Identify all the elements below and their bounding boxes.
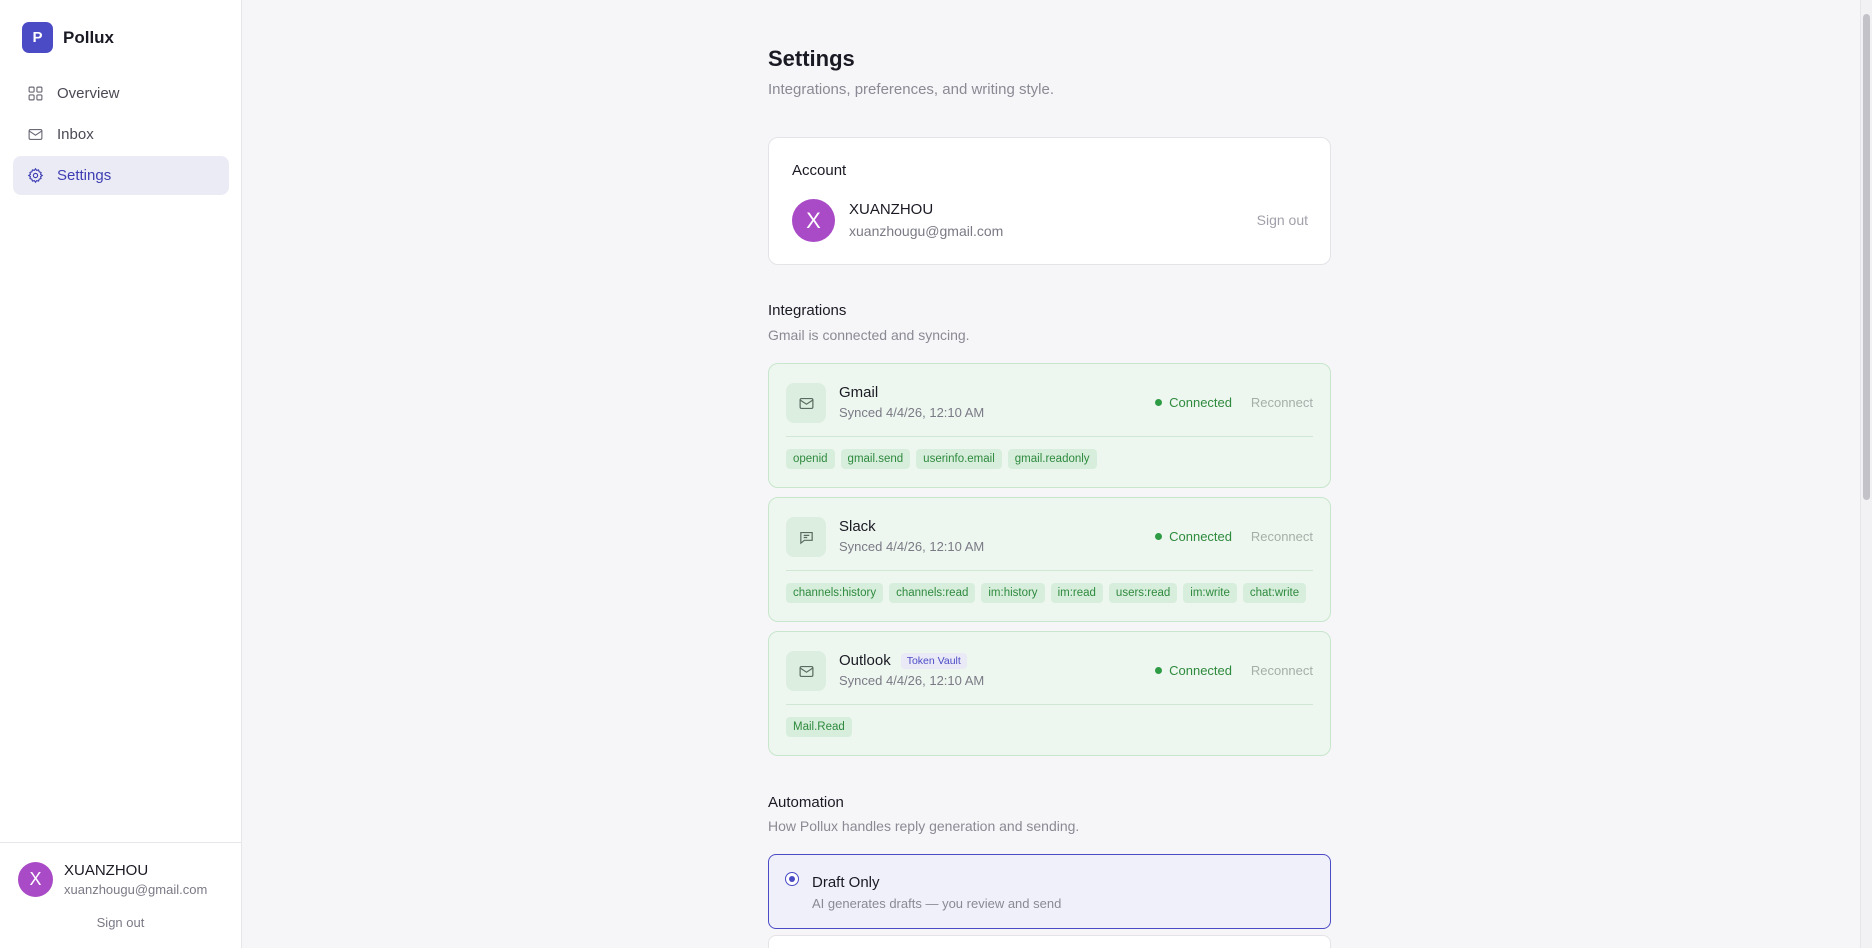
sidebar-footer: X XUANZHOU xuanzhougu@gmail.com Sign out — [0, 842, 241, 948]
integration-card-gmail: Gmail Synced 4/4/26, 12:10 AM Connected … — [768, 363, 1331, 488]
sidebar-item-label: Settings — [57, 167, 112, 184]
account-name: XUANZHOU — [849, 201, 934, 218]
status-dot — [1155, 533, 1163, 540]
sidebar-signout-link[interactable]: Sign out — [0, 915, 241, 930]
reconnect-button[interactable]: Reconnect — [1251, 395, 1313, 410]
integration-synced: Synced 4/4/26, 12:10 AM — [839, 673, 985, 688]
reconnect-button[interactable]: Reconnect — [1251, 663, 1313, 678]
scope-tag: gmail.send — [840, 449, 911, 469]
reconnect-button[interactable]: Reconnect — [1251, 529, 1313, 544]
integration-name: Slack — [839, 518, 876, 535]
status-badge: Connected — [1155, 529, 1232, 544]
sidebar-item-overview[interactable]: Overview — [13, 74, 229, 113]
sidebar-item-label: Inbox — [57, 126, 94, 143]
status-badge: Connected — [1155, 663, 1232, 678]
scope-tag: channels:history — [786, 583, 884, 603]
scope-list: openid gmail.send userinfo.email gmail.r… — [786, 449, 1097, 469]
status-badge: Connected — [1155, 395, 1232, 410]
page-title: Settings — [768, 46, 855, 71]
scrollbar-thumb[interactable] — [1863, 14, 1870, 500]
signout-button[interactable]: Sign out — [1257, 212, 1308, 228]
automation-option-draft-only[interactable]: Draft Only AI generates drafts — you rev… — [768, 854, 1331, 929]
mail-icon — [786, 651, 826, 691]
page-subtitle: Integrations, preferences, and writing s… — [768, 81, 1054, 98]
chat-icon — [786, 517, 826, 557]
scope-tag: userinfo.email — [916, 449, 1002, 469]
scope-list: channels:history channels:read im:histor… — [786, 583, 1307, 603]
user-email: xuanzhougu@gmail.com — [64, 882, 208, 897]
sidebar-nav: Overview Inbox Settings — [13, 74, 229, 197]
integrations-title: Integrations — [768, 302, 847, 319]
avatar: X — [18, 862, 53, 897]
radio-selected[interactable] — [785, 872, 799, 886]
integration-card-outlook: Outlook Token Vault Synced 4/4/26, 12:10 … — [768, 631, 1331, 756]
account-card: Account X XUANZHOU xuanzhougu@gmail.com … — [768, 137, 1331, 265]
scope-tag: chat:write — [1242, 583, 1307, 603]
sidebar-user[interactable]: X XUANZHOU xuanzhougu@gmail.com — [18, 862, 207, 897]
avatar: X — [792, 199, 835, 242]
automation-title: Automation — [768, 794, 844, 811]
status-dot — [1155, 667, 1163, 674]
mail-icon — [28, 128, 43, 141]
scope-tag: openid — [786, 449, 835, 469]
sidebar-item-settings[interactable]: Settings — [13, 156, 229, 195]
sidebar-item-label: Overview — [57, 85, 120, 102]
divider — [786, 436, 1313, 437]
account-email: xuanzhougu@gmail.com — [849, 223, 1004, 239]
option-label: Draft Only — [812, 874, 880, 891]
user-name: XUANZHOU — [64, 862, 149, 879]
automation-option-next[interactable] — [768, 935, 1331, 948]
integration-synced: Synced 4/4/26, 12:10 AM — [839, 539, 985, 554]
brand-logo: P — [22, 22, 53, 53]
scope-tag: Mail.Read — [786, 717, 852, 737]
scope-tag: gmail.readonly — [1007, 449, 1097, 469]
scope-tag: channels:read — [889, 583, 976, 603]
gear-icon — [27, 167, 44, 184]
automation-subtitle: How Pollux handles reply generation and … — [768, 818, 1080, 834]
integration-name: Gmail — [839, 384, 879, 401]
grid-icon — [28, 86, 43, 101]
account-title: Account — [792, 162, 847, 179]
integration-synced: Synced 4/4/26, 12:10 AM — [839, 405, 985, 420]
scope-tag: im:write — [1183, 583, 1237, 603]
sidebar-item-inbox[interactable]: Inbox — [13, 115, 229, 154]
integrations-subtitle: Gmail is connected and syncing. — [768, 327, 970, 343]
scope-tag: im:read — [1050, 583, 1103, 603]
divider — [786, 570, 1313, 571]
scope-tag: im:history — [981, 583, 1045, 603]
sidebar: P Pollux Overview Inbox Settings X XUANZ… — [0, 0, 242, 948]
mail-icon — [786, 383, 826, 423]
scope-list: Mail.Read — [786, 717, 852, 737]
status-dot — [1155, 399, 1163, 406]
token-vault-badge: Token Vault — [900, 652, 967, 669]
integration-name: Outlook Token Vault — [839, 652, 967, 669]
scrollbar[interactable] — [1860, 0, 1872, 948]
option-description: AI generates drafts — you review and sen… — [812, 896, 1062, 911]
brand[interactable]: P Pollux — [22, 22, 114, 53]
divider — [786, 704, 1313, 705]
integration-card-slack: Slack Synced 4/4/26, 12:10 AM Connected … — [768, 497, 1331, 622]
scope-tag: users:read — [1108, 583, 1178, 603]
brand-name: Pollux — [63, 27, 115, 47]
